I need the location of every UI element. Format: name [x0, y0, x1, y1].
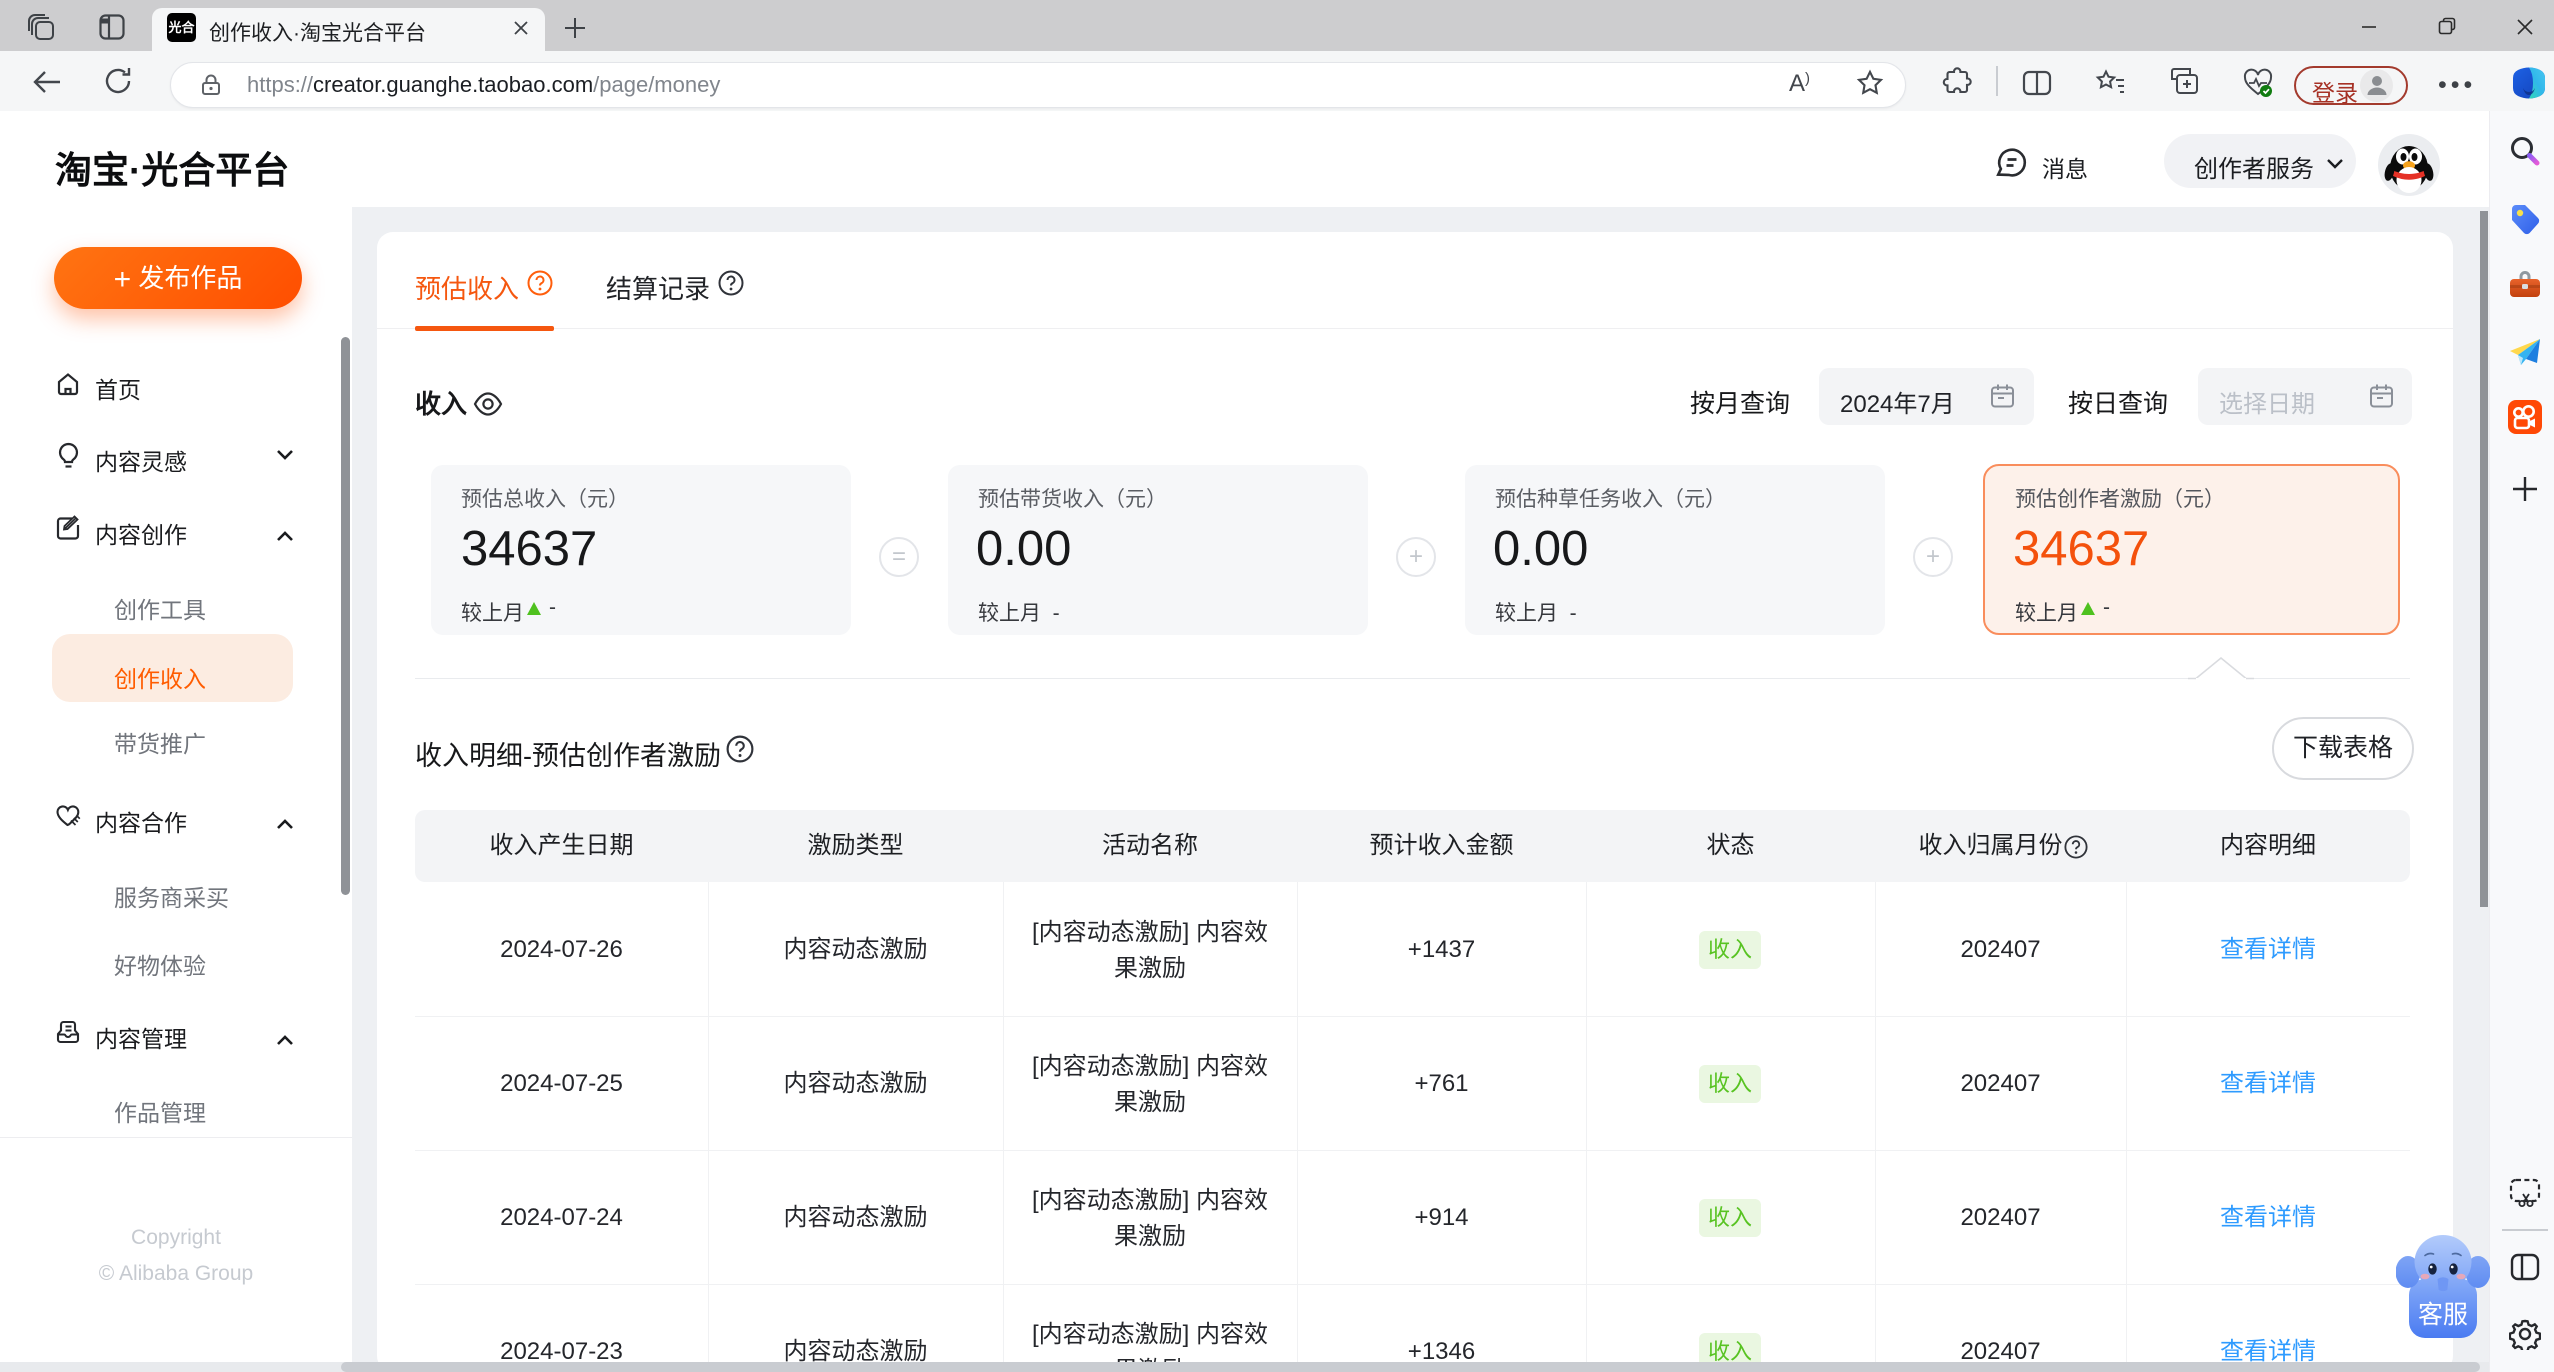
svg-text:客服: 客服	[2418, 1301, 2468, 1329]
